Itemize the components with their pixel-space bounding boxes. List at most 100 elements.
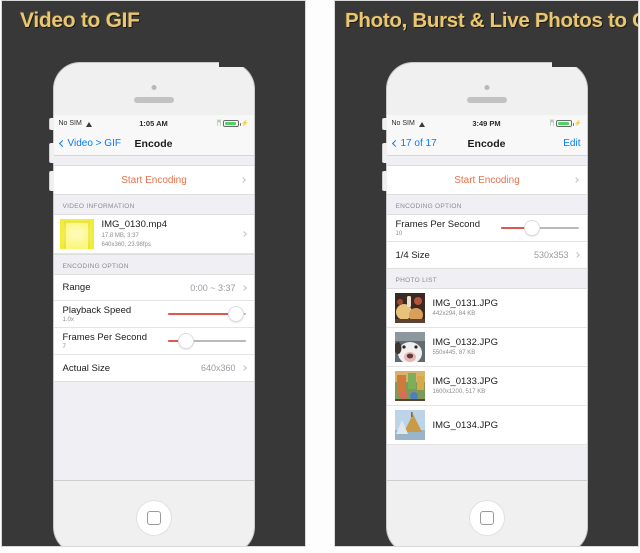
video-file-meta-size: 17.8 MB, 3:37 [101, 232, 139, 239]
settings-row[interactable]: Range 0:00 ~ 3:37 [53, 275, 254, 302]
photo-file-name: IMG_0132.JPG [432, 336, 498, 348]
start-encoding-label: Start Encoding [454, 174, 520, 186]
start-encoding-button[interactable]: Start Encoding [53, 166, 254, 194]
device-top-step [218, 62, 255, 67]
settings-row-label: Actual Size [62, 362, 111, 374]
screen-content[interactable]: Start Encoding ENCODING OPTION Frames Per … [386, 156, 587, 480]
home-button[interactable] [469, 501, 504, 535]
slider-thumb[interactable] [229, 307, 244, 322]
photo-file-name: IMG_0131.JPG [432, 297, 498, 309]
slider-control[interactable] [500, 219, 579, 237]
slider-row-text: Playback Speed 1.0x [63, 305, 132, 323]
slider-control[interactable] [167, 305, 246, 323]
slider-row[interactable]: Playback Speed 1.0x [53, 301, 254, 329]
encoding-option-card: Frames Per Second 10 1/4 Size 530x353 [386, 214, 587, 269]
slider-row-text: Frames Per Second 7 [63, 332, 147, 350]
photo-item-text: IMG_0133.JPG 1600x1200, 517 KB [433, 376, 498, 397]
photo-list-item[interactable]: IMG_0133.JPG 1600x1200, 517 KB [386, 367, 587, 406]
status-bar: No SIM 1:05 AM ᛗ ⚡ [53, 115, 254, 132]
settings-row-text: Actual Size [63, 363, 111, 374]
photo-file-meta: 442x294, 84 KB [432, 311, 476, 318]
settings-row-text: Range [63, 282, 91, 293]
slider-control[interactable] [167, 332, 246, 350]
chevron-left-icon [58, 139, 66, 148]
panel-banner-title: Photo, Burst & Live Photos to GIF [345, 9, 639, 32]
chevron-right-icon [573, 252, 580, 258]
video-information-card: IMG_0130.mp4 17.8 MB, 3:37 640x360, 23.98f… [53, 214, 254, 256]
section-header: PHOTO LIST [395, 277, 438, 284]
nav-back-label: 17 of 17 [400, 138, 437, 149]
section-header: ENCODING OPTION [395, 203, 462, 210]
device-screen: No SIM 3:49 PM ᛗ ⚡ 17 of 17 Encode Edit Start E… [386, 115, 587, 480]
earpiece-speaker [466, 97, 507, 103]
panel-banner-title: Video to GIF [20, 9, 140, 32]
screenshot-stage: Video to GIF No SIM 1:05 AM ᛗ ⚡ Video > GIF En… [0, 0, 640, 553]
home-square-icon [146, 511, 161, 525]
device-screen: No SIM 1:05 AM ᛗ ⚡ Video > GIF Encode Start En… [53, 115, 254, 480]
settings-row-text: 1/4 Size [396, 250, 430, 261]
video-info-text: IMG_0130.mp4 17.8 MB, 3:37 640x360, 23.98f… [102, 219, 167, 249]
home-button[interactable] [136, 501, 171, 535]
front-camera-icon [151, 85, 156, 90]
encoding-option-card: Range 0:00 ~ 3:37 Playback Speed 1.0x Frames… [53, 274, 254, 383]
photo-list-item[interactable]: IMG_0131.JPG 442x294, 84 KB [386, 289, 587, 328]
photo-file-meta: 550x445, 87 KB [432, 350, 476, 357]
nav-back-button[interactable]: 17 of 17 [391, 138, 437, 149]
photo-item-text: IMG_0131.JPG 442x294, 84 KB [433, 298, 498, 319]
nav-bar: Video > GIF Encode [53, 132, 254, 156]
settings-row-label: Range [62, 282, 91, 294]
status-bar: No SIM 3:49 PM ᛗ ⚡ [386, 115, 587, 132]
nav-edit-button[interactable]: Edit [563, 138, 580, 149]
nav-bar: 17 of 17 Encode Edit [386, 132, 587, 156]
battery-icon [223, 119, 242, 128]
chevron-right-icon [572, 177, 579, 183]
slider-row-value: 1.0x [62, 317, 74, 324]
slider-row[interactable]: Frames Per Second 7 [53, 328, 254, 356]
photo-thumbnail-street [394, 371, 425, 401]
photo-list-card: IMG_0131.JPG 442x294, 84 KB IMG_0132.JPG 55… [386, 288, 587, 445]
photo-list-item[interactable]: IMG_0134.JPG [386, 406, 587, 445]
nav-back-button[interactable]: Video > GIF [58, 138, 121, 149]
slider-row-label: Playback Speed [62, 305, 132, 317]
photo-item-text: IMG_0132.JPG 550x445, 87 KB [433, 337, 498, 358]
iphone-device: No SIM 1:05 AM ᛗ ⚡ Video > GIF Encode Start En… [49, 62, 255, 546]
video-info-row[interactable]: IMG_0130.mp4 17.8 MB, 3:37 640x360, 23.98f… [53, 215, 254, 255]
slider-row-value: 10 [395, 231, 403, 237]
nav-back-label: Video > GIF [67, 138, 121, 149]
chevron-left-icon [391, 139, 399, 148]
front-camera-icon [484, 85, 489, 90]
slider-row-text: Frames Per Second 10 [396, 219, 480, 237]
section-header: VIDEO INFORMATION [62, 203, 135, 210]
chevron-right-icon [239, 177, 246, 183]
slider-fill [167, 313, 237, 315]
app-screenshot-panel-left: Video to GIF No SIM 1:05 AM ᛗ ⚡ Video > GIF En… [1, 0, 306, 547]
slider-row-label: Frames Per Second [62, 332, 147, 344]
slider-thumb[interactable] [524, 221, 539, 235]
photo-list-item[interactable]: IMG_0132.JPG 550x445, 87 KB [386, 328, 587, 367]
photo-thumbnail-food [394, 293, 425, 323]
settings-row-value: 0:00 ~ 3:37 [190, 282, 236, 293]
photo-file-meta: 1600x1200, 517 KB [432, 389, 486, 396]
settings-row-value: 640x360 [200, 363, 236, 374]
chevron-right-icon [240, 231, 247, 237]
app-screenshot-panel-right: Photo, Burst & Live Photos to GIF No SIM 3… [334, 0, 639, 547]
settings-row[interactable]: Actual Size 640x360 [53, 355, 254, 382]
earpiece-speaker [133, 97, 174, 103]
iphone-device: No SIM 3:49 PM ᛗ ⚡ 17 of 17 Encode Edit Start E… [382, 62, 588, 546]
start-encoding-button[interactable]: Start Encoding [386, 166, 587, 194]
battery-fill [225, 121, 236, 126]
slider-row-label: Frames Per Second [395, 219, 480, 230]
battery-icon [556, 119, 575, 128]
slider-row-value: 7 [62, 344, 66, 351]
slider-thumb[interactable] [179, 334, 194, 349]
settings-row-value: 530x353 [533, 250, 569, 260]
photo-thumbnail-temple [394, 410, 425, 440]
start-encoding-card: Start Encoding [386, 165, 587, 195]
settings-row[interactable]: 1/4 Size 530x353 [386, 242, 587, 268]
slider-row[interactable]: Frames Per Second 10 [386, 215, 587, 242]
screen-content[interactable]: Start Encoding VIDEO INFORMATION IMG_0130.… [53, 156, 254, 480]
home-square-icon [479, 511, 494, 525]
device-top-step [551, 62, 588, 67]
